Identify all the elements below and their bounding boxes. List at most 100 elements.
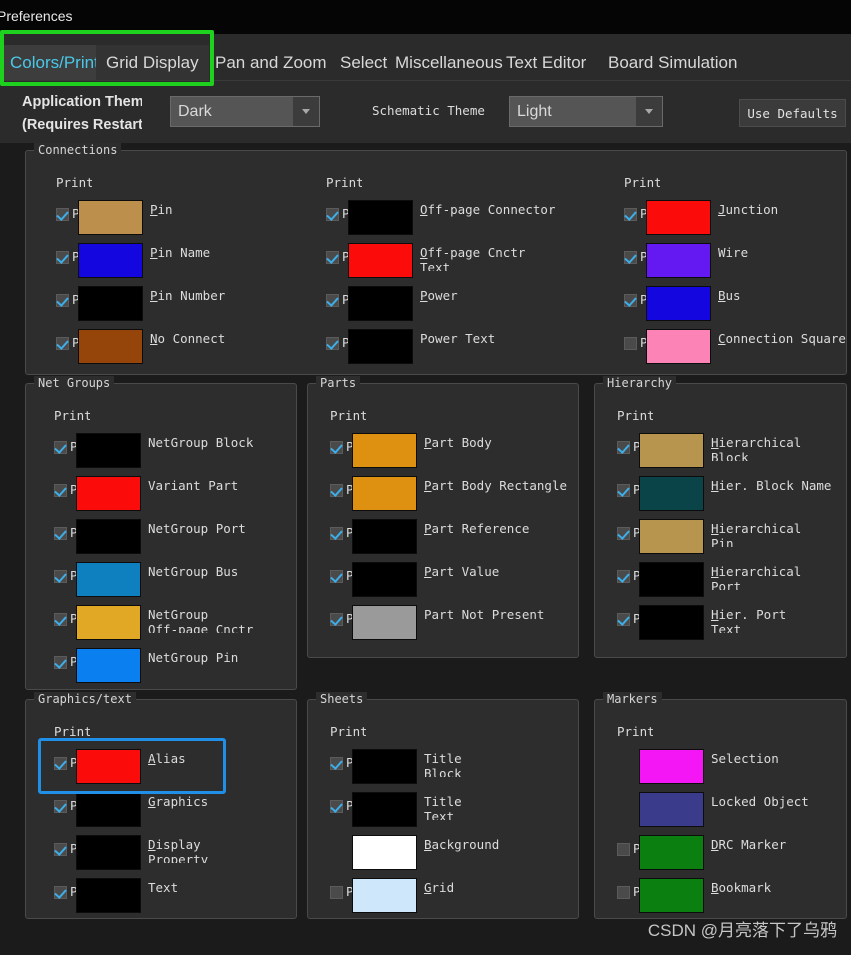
color-swatch[interactable] bbox=[639, 792, 704, 827]
tab-board-simulation[interactable]: Board Simulation bbox=[598, 45, 747, 80]
color-swatch[interactable] bbox=[639, 605, 704, 640]
print-checkbox[interactable] bbox=[54, 613, 67, 626]
print-checkbox[interactable] bbox=[56, 251, 69, 264]
print-checkbox[interactable] bbox=[54, 886, 67, 899]
print-checkbox[interactable] bbox=[54, 570, 67, 583]
print-checkbox[interactable] bbox=[330, 570, 343, 583]
color-swatch[interactable] bbox=[352, 519, 417, 554]
print-checkbox[interactable] bbox=[54, 800, 67, 813]
color-setting-row: PrintNo Connect bbox=[56, 326, 321, 369]
print-checkbox[interactable] bbox=[54, 441, 67, 454]
color-swatch[interactable] bbox=[348, 243, 413, 278]
print-checkbox[interactable] bbox=[326, 251, 339, 264]
tab-pan-and-zoom[interactable]: Pan and Zoom bbox=[205, 45, 337, 80]
tab-grid-display[interactable]: Grid Display bbox=[96, 45, 209, 80]
print-checkbox[interactable] bbox=[617, 484, 630, 497]
print-checkbox[interactable] bbox=[56, 337, 69, 350]
color-swatch[interactable] bbox=[76, 519, 141, 554]
color-swatch[interactable] bbox=[646, 243, 711, 278]
print-checkbox[interactable] bbox=[624, 337, 637, 350]
color-setting-row: Locked Object bbox=[617, 789, 845, 832]
print-checkbox[interactable] bbox=[330, 800, 343, 813]
color-swatch[interactable] bbox=[76, 562, 141, 597]
print-checkbox[interactable] bbox=[617, 886, 630, 899]
color-swatch[interactable] bbox=[76, 605, 141, 640]
color-swatch[interactable] bbox=[352, 792, 417, 827]
print-checkbox[interactable] bbox=[56, 208, 69, 221]
color-swatch[interactable] bbox=[639, 878, 704, 913]
print-checkbox[interactable] bbox=[330, 886, 343, 899]
color-swatch[interactable] bbox=[348, 286, 413, 321]
print-checkbox[interactable] bbox=[326, 294, 339, 307]
print-checkbox[interactable] bbox=[54, 757, 67, 770]
color-swatch[interactable] bbox=[76, 749, 141, 784]
print-checkbox[interactable] bbox=[330, 613, 343, 626]
color-swatch[interactable] bbox=[352, 835, 417, 870]
use-defaults-button[interactable]: Use Defaults bbox=[739, 99, 846, 127]
print-checkbox[interactable] bbox=[624, 251, 637, 264]
print-checkbox[interactable] bbox=[54, 484, 67, 497]
color-swatch[interactable] bbox=[78, 329, 143, 364]
print-checkbox[interactable] bbox=[624, 294, 637, 307]
color-swatch[interactable] bbox=[639, 749, 704, 784]
color-swatch[interactable] bbox=[352, 433, 417, 468]
color-swatch[interactable] bbox=[646, 329, 711, 364]
color-swatch[interactable] bbox=[76, 792, 141, 827]
print-checkbox[interactable] bbox=[54, 843, 67, 856]
print-checkbox[interactable] bbox=[330, 757, 343, 770]
application-theme-value: Dark bbox=[178, 102, 212, 120]
tab-colors-print[interactable]: Colors/Print bbox=[0, 45, 109, 80]
print-checkbox[interactable] bbox=[617, 843, 630, 856]
color-swatch[interactable] bbox=[352, 605, 417, 640]
print-checkbox[interactable] bbox=[617, 613, 630, 626]
color-swatch[interactable] bbox=[76, 433, 141, 468]
color-swatch[interactable] bbox=[639, 519, 704, 554]
color-swatch[interactable] bbox=[639, 562, 704, 597]
color-item-label: Alias bbox=[148, 751, 186, 766]
color-swatch[interactable] bbox=[352, 749, 417, 784]
chevron-down-icon[interactable] bbox=[636, 97, 662, 126]
color-setting-row: PrintGrid bbox=[330, 875, 575, 918]
print-checkbox[interactable] bbox=[330, 527, 343, 540]
color-swatch[interactable] bbox=[646, 200, 711, 235]
color-swatch[interactable] bbox=[639, 476, 704, 511]
color-column: Print PrintJunctionPrintWirePrintBusPrint… bbox=[624, 175, 851, 369]
color-swatch[interactable] bbox=[348, 200, 413, 235]
application-theme-label: Application Theme (Requires Restart) bbox=[22, 91, 142, 137]
color-item-label: Hierarchical Pin bbox=[711, 521, 802, 547]
color-swatch[interactable] bbox=[76, 476, 141, 511]
print-checkbox[interactable] bbox=[56, 294, 69, 307]
color-swatch[interactable] bbox=[76, 835, 141, 870]
print-checkbox[interactable] bbox=[617, 527, 630, 540]
color-swatch[interactable] bbox=[78, 243, 143, 278]
tab-miscellaneous[interactable]: Miscellaneous bbox=[385, 45, 513, 80]
color-swatch[interactable] bbox=[76, 878, 141, 913]
print-checkbox[interactable] bbox=[326, 208, 339, 221]
color-item-label: Power bbox=[420, 288, 458, 303]
application-theme-select[interactable]: Dark bbox=[170, 96, 320, 127]
print-checkbox[interactable] bbox=[330, 441, 343, 454]
print-checkbox[interactable] bbox=[624, 208, 637, 221]
color-swatch[interactable] bbox=[76, 648, 141, 683]
print-checkbox[interactable] bbox=[54, 527, 67, 540]
print-checkbox[interactable] bbox=[617, 570, 630, 583]
color-swatch[interactable] bbox=[348, 329, 413, 364]
color-swatch[interactable] bbox=[78, 200, 143, 235]
chevron-down-icon[interactable] bbox=[293, 97, 319, 126]
color-swatch[interactable] bbox=[78, 286, 143, 321]
color-swatch[interactable] bbox=[639, 835, 704, 870]
tab-text-editor[interactable]: Text Editor bbox=[496, 45, 596, 80]
color-swatch[interactable] bbox=[352, 562, 417, 597]
color-setting-row: PrintConnection Square bbox=[624, 326, 851, 369]
print-checkbox[interactable] bbox=[617, 441, 630, 454]
print-checkbox[interactable] bbox=[330, 484, 343, 497]
print-checkbox[interactable] bbox=[326, 337, 339, 350]
color-item-label: Display Property bbox=[148, 837, 209, 863]
color-item-label: Junction bbox=[718, 202, 779, 217]
color-swatch[interactable] bbox=[646, 286, 711, 321]
schematic-theme-select[interactable]: Light bbox=[509, 96, 663, 127]
color-swatch[interactable] bbox=[352, 476, 417, 511]
color-swatch[interactable] bbox=[352, 878, 417, 913]
color-swatch[interactable] bbox=[639, 433, 704, 468]
print-checkbox[interactable] bbox=[54, 656, 67, 669]
